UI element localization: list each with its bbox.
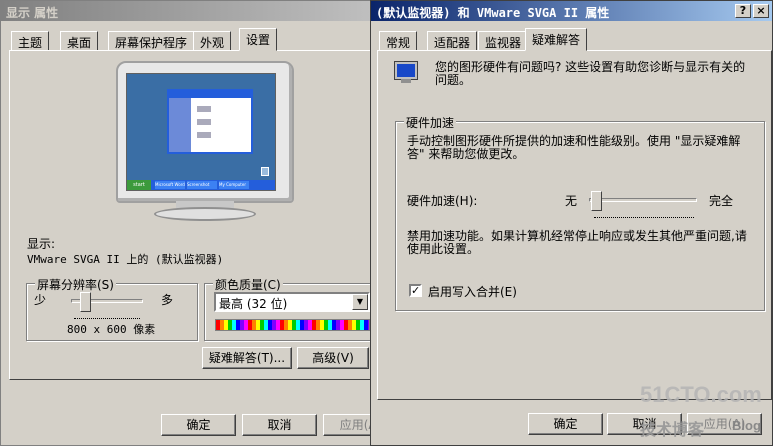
preview-recycle-icon [261,167,269,176]
color-quality-selected: 最高 (32 位) [219,297,288,311]
resolution-slider-thumb[interactable] [80,292,92,317]
help-button[interactable]: ? [735,4,751,18]
monitor-screen: start Microsoft Word Screenshot My Compu… [126,73,276,191]
troubleshoot-button[interactable]: 疑难解答(T)... [202,347,292,369]
resolution-min-label: 少 [34,293,47,307]
display-properties-dialog: 显示 属性 主题 桌面 屏幕保护程序 外观 设置 start Microsoft… [0,0,378,446]
adapter-properties-dialog: (默认监视器) 和 VMware SVGA II 属性 ? × 常规 适配器 监… [370,0,773,446]
left-ok-button[interactable]: 确定 [161,414,236,436]
tab-monitor[interactable]: 监视器 [478,31,529,51]
preview-window-titlebar [169,91,251,98]
preview-taskbar: start Microsoft Word Screenshot My Compu… [127,180,275,190]
acceleration-slider-ticks [594,215,694,218]
resolution-group-title: 屏幕分辨率(S) [35,276,116,293]
acceleration-max-label: 完全 [709,194,734,208]
left-cancel-button[interactable]: 取消 [242,414,317,436]
tab-troubleshoot[interactable]: 疑难解答 [525,28,588,51]
color-quality-select[interactable]: 最高 (32 位) ▼ [214,292,370,312]
preview-window [167,89,253,154]
write-combining-label[interactable]: 启用写入合并(E) [428,283,517,300]
write-combining-checkbox[interactable]: ✓ [409,284,422,297]
acceleration-slider-thumb[interactable] [591,191,602,216]
close-button[interactable]: × [753,4,769,18]
tab-appearance[interactable]: 外观 [193,31,232,51]
acceleration-status: 禁用加速功能。如果计算机经常停止响应或发生其他严重问题,请使用此设置。 [407,229,747,256]
color-spectrum-bar [215,319,370,331]
right-ok-button[interactable]: 确定 [528,413,603,435]
tab-general[interactable]: 常规 [379,31,418,51]
preview-taskbar-item: Microsoft Word [155,181,185,189]
chevron-down-icon[interactable]: ▼ [352,294,368,310]
monitor-preview: start Microsoft Word Screenshot My Compu… [116,61,294,221]
color-quality-group-title: 颜色质量(C) [213,276,283,293]
tab-screensaver[interactable]: 屏幕保护程序 [108,31,195,51]
acceleration-description: 手动控制图形硬件所提供的加速和性能级别。使用 "显示疑难解答" 来帮助您做更改。 [407,134,741,161]
advanced-button[interactable]: 高级(V) [297,347,369,369]
checkmark-icon: ✓ [411,284,421,297]
watermark-subtitle: 技术博客 [640,420,705,439]
hardware-acceleration-title: 硬件加速 [404,114,457,131]
intro-text: 您的图形硬件有问题吗? 这些设置有助您诊断与显示有关的问题。 [435,60,746,87]
acceleration-slider-track [589,198,697,202]
right-title-bar[interactable]: (默认监视器) 和 VMware SVGA II 属性 [371,1,772,21]
tab-adapter[interactable]: 适配器 [427,31,478,51]
preview-taskbar-item: Screenshot [187,181,217,189]
resolution-slider-ticks [74,317,140,319]
tab-themes[interactable]: 主题 [11,31,50,51]
acceleration-slider-label: 硬件加速(H): [407,194,478,208]
watermark-site: 51CTO.com [640,382,762,407]
tab-desktop[interactable]: 桌面 [60,31,99,51]
preview-icon [197,106,211,112]
monitor-icon [395,62,417,84]
preview-icon [197,119,211,125]
left-dialog-title: 显示 属性 [6,6,59,20]
acceleration-min-label: 无 [565,194,578,208]
watermark-blog: Blog [732,418,761,433]
tab-settings[interactable]: 设置 [239,28,278,51]
display-label: 显示: [27,237,56,251]
resolution-max-label: 多 [161,293,174,307]
preview-icon [197,132,211,138]
preview-window-sidebar [169,98,191,152]
preview-taskbar-item: My Computer [219,181,249,189]
resolution-value: 800 x 600 像素 [67,323,156,336]
monitor-base [154,207,256,221]
preview-start-button: start [127,180,151,190]
left-title-bar[interactable]: 显示 属性 [1,1,377,21]
right-dialog-title: (默认监视器) 和 VMware SVGA II 属性 [376,6,610,20]
display-device-value: VMware SVGA II 上的 (默认监视器) [27,253,224,266]
close-icon: × [756,4,766,17]
